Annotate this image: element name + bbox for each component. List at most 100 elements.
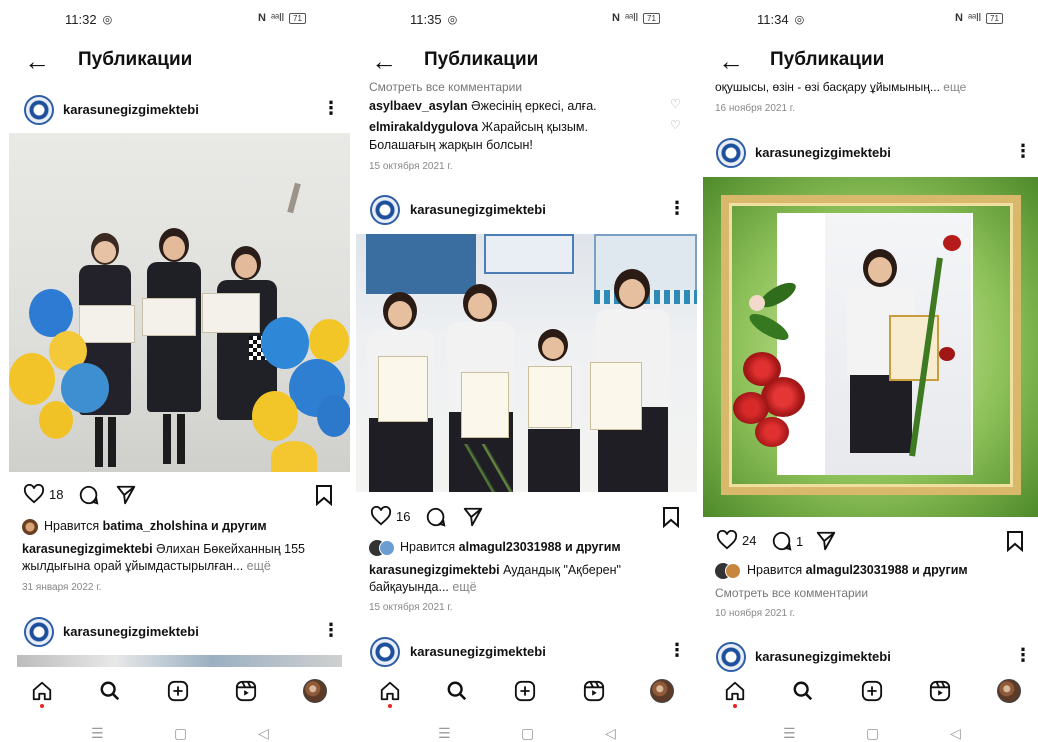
post-username[interactable]: karasunegizgimektebi <box>63 624 199 639</box>
comment-icon <box>426 507 446 527</box>
more-vertical-icon[interactable]: ⋮ <box>668 199 686 217</box>
comment-icon <box>772 531 792 551</box>
post-username[interactable]: karasunegizgimektebi <box>63 102 199 117</box>
avatar[interactable] <box>370 637 400 667</box>
more-vertical-icon[interactable]: ⋮ <box>322 621 340 639</box>
avatar[interactable] <box>370 195 400 225</box>
more-vertical-icon[interactable]: ⋮ <box>668 641 686 659</box>
nfc-icon: N <box>258 12 266 24</box>
status-icons: N ᵃᵃll 71 <box>955 12 1003 24</box>
back-triangle-icon[interactable]: ◁ <box>258 726 269 740</box>
like-button[interactable]: 18 <box>23 484 63 504</box>
profile-icon[interactable] <box>302 678 328 704</box>
more-link[interactable]: еще <box>940 80 966 94</box>
reels-icon[interactable] <box>927 678 953 704</box>
more-vertical-icon[interactable]: ⋮ <box>1014 646 1032 664</box>
search-icon[interactable] <box>790 678 816 704</box>
home-square-icon[interactable]: ▢ <box>521 726 534 740</box>
signal-icon: ᵃᵃll <box>624 12 639 24</box>
notification-dot <box>388 704 392 708</box>
avatar[interactable] <box>24 617 54 647</box>
avatar[interactable] <box>716 642 746 672</box>
avatar[interactable] <box>24 95 54 125</box>
add-post-icon[interactable] <box>165 678 191 704</box>
post-date: 15 октября 2021 г. <box>369 602 453 613</box>
post-photo[interactable] <box>356 234 697 492</box>
caption: karasunegizgimektebi Әлихан Бөкейханның … <box>22 542 305 556</box>
reels-icon[interactable] <box>233 678 259 704</box>
comment-button[interactable]: 1 <box>771 530 803 552</box>
menu-icon[interactable]: ☰ <box>438 726 451 740</box>
status-time: 11:32 ◎ <box>65 12 113 27</box>
notification-dot <box>733 704 737 708</box>
like-button[interactable]: 16 <box>370 506 410 526</box>
post-username[interactable]: karasunegizgimektebi <box>410 644 546 659</box>
post-username[interactable]: karasunegizgimektebi <box>410 202 546 217</box>
whatsapp-icon: ◎ <box>794 14 805 26</box>
liked-by[interactable]: Нравится almagul23031988 и другим <box>747 562 968 579</box>
liker-avatar[interactable] <box>379 540 395 556</box>
add-post-icon[interactable] <box>512 678 538 704</box>
home-square-icon[interactable]: ▢ <box>866 726 879 740</box>
liker-avatar[interactable] <box>22 519 38 535</box>
send-icon <box>816 531 836 551</box>
more-vertical-icon[interactable]: ⋮ <box>322 99 340 117</box>
home-icon[interactable] <box>29 678 55 704</box>
bookmark-icon <box>1007 531 1023 552</box>
caption-line-2: байқауында... ещё <box>369 580 477 594</box>
likes-count: 16 <box>396 508 411 524</box>
post-date: 15 октября 2021 г. <box>369 161 453 172</box>
post-username[interactable]: karasunegizgimektebi <box>755 145 891 160</box>
add-post-icon[interactable] <box>859 678 885 704</box>
share-button[interactable] <box>115 484 137 506</box>
post-photo[interactable] <box>9 133 350 472</box>
search-icon[interactable] <box>444 678 470 704</box>
home-icon[interactable] <box>722 678 748 704</box>
save-button[interactable] <box>315 484 333 506</box>
view-all-comments[interactable]: Смотреть все комментарии <box>715 585 868 602</box>
back-triangle-icon[interactable]: ◁ <box>605 726 616 740</box>
like-button[interactable]: 24 <box>716 530 756 550</box>
signal-icon: ᵃᵃll <box>270 12 285 24</box>
save-button[interactable] <box>662 506 680 528</box>
back-triangle-icon[interactable]: ◁ <box>950 726 961 740</box>
more-link[interactable]: ещё <box>243 559 271 573</box>
liked-by[interactable]: Нравится batima_zholshina и другим <box>44 518 267 535</box>
profile-icon[interactable] <box>649 678 675 704</box>
back-button[interactable]: ← <box>24 48 50 74</box>
home-square-icon[interactable]: ▢ <box>174 726 187 740</box>
reels-icon[interactable] <box>581 678 607 704</box>
more-vertical-icon[interactable]: ⋮ <box>1014 142 1032 160</box>
liker-avatar[interactable] <box>725 563 741 579</box>
save-button[interactable] <box>1006 530 1024 552</box>
search-icon[interactable] <box>97 678 123 704</box>
heart-icon[interactable]: ♡ <box>670 118 681 132</box>
post-date: 16 ноября 2021 г. <box>715 103 795 114</box>
avatar[interactable] <box>716 138 746 168</box>
home-icon[interactable] <box>377 678 403 704</box>
heart-icon[interactable]: ♡ <box>670 97 681 111</box>
nfc-icon: N <box>955 12 963 24</box>
back-button[interactable]: ← <box>718 48 744 74</box>
more-link[interactable]: ещё <box>449 580 476 594</box>
status-icons: N ᵃᵃll 71 <box>612 12 660 24</box>
caption: karasunegizgimektebi Аудандық "Ақберен" <box>369 563 621 577</box>
menu-icon[interactable]: ☰ <box>91 726 104 740</box>
profile-icon[interactable] <box>996 678 1022 704</box>
share-button[interactable] <box>815 530 837 552</box>
next-post-photo[interactable] <box>17 655 342 667</box>
status-icons: N ᵃᵃll 71 <box>258 12 306 24</box>
menu-icon[interactable]: ☰ <box>783 726 796 740</box>
comment-button[interactable] <box>425 506 447 528</box>
status-time: 11:35 ◎ <box>410 12 458 27</box>
signal-icon: ᵃᵃll <box>967 12 982 24</box>
liked-by[interactable]: Нравится almagul23031988 и другим <box>400 539 621 556</box>
back-button[interactable]: ← <box>371 48 397 74</box>
notification-dot <box>40 704 44 708</box>
post-username[interactable]: karasunegizgimektebi <box>755 649 891 664</box>
nfc-icon: N <box>612 12 620 24</box>
comment-button[interactable] <box>78 484 100 506</box>
view-all-comments[interactable]: Смотреть все комментарии <box>369 79 522 96</box>
share-button[interactable] <box>462 506 484 528</box>
post-photo[interactable] <box>703 177 1038 517</box>
